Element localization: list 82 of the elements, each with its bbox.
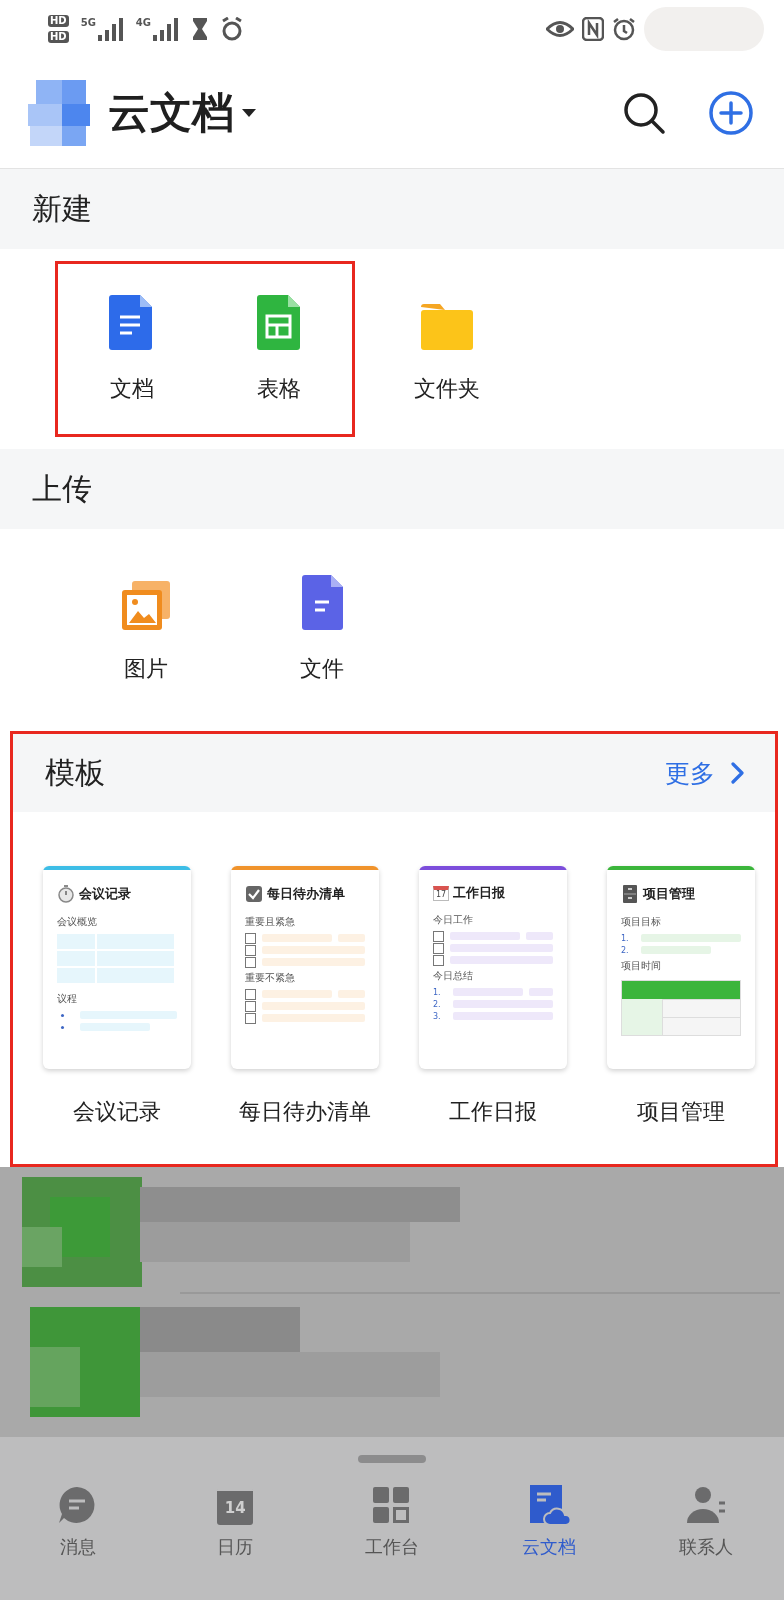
square-icon <box>245 932 256 944</box>
template-name: 工作日报 <box>449 1098 537 1126</box>
template-title: 每日待办清单 <box>267 885 345 903</box>
template-name: 会议记录 <box>73 1098 161 1126</box>
alarm-clock-icon <box>221 17 243 41</box>
template-title: 工作日报 <box>453 884 505 902</box>
section-label: 会议概览 <box>56 915 98 929</box>
drag-handle[interactable] <box>358 1455 426 1463</box>
template-title: 会议记录 <box>79 885 131 903</box>
section-label: 重要且紧急 <box>244 915 296 929</box>
more-link[interactable]: 更多 <box>665 756 745 790</box>
section-label: 项目目标 <box>620 915 662 929</box>
folder-icon <box>421 303 473 350</box>
placeholder-bar <box>338 990 365 998</box>
placeholder-bar <box>641 946 711 954</box>
list-number: 1. <box>621 933 630 943</box>
template-card[interactable]: 17 工作日报 今日工作 今日总结 1. 2. 3. <box>419 866 567 1069</box>
square-icon <box>245 988 256 1000</box>
placeholder-bar <box>262 990 332 998</box>
network-label: 4G <box>135 17 151 28</box>
stopwatch-icon <box>57 884 75 904</box>
nav-tab[interactable]: 消息 <box>0 1477 157 1559</box>
cabinet-icon <box>621 884 639 904</box>
caret-icon <box>242 108 256 118</box>
square-icon <box>245 944 256 956</box>
cloud-document-icon <box>527 1485 570 1527</box>
template-name: 项目管理 <box>637 1098 725 1126</box>
add-icon[interactable] <box>708 90 754 136</box>
template-title: 项目管理 <box>643 885 695 903</box>
chevron-right-icon <box>731 762 745 784</box>
placeholder-bar <box>80 1023 150 1031</box>
square-icon <box>433 954 444 966</box>
square-icon <box>433 942 444 954</box>
create-spreadsheet-button[interactable]: 表格 <box>205 264 352 434</box>
nav-tab[interactable]: 联系人 <box>627 1477 784 1559</box>
section-label: 今日总结 <box>432 969 474 983</box>
list-number: 3. <box>433 1011 442 1021</box>
sim-label: HD <box>48 31 69 43</box>
create-folder-button[interactable]: 文件夹 <box>359 261 535 437</box>
spreadsheet-icon <box>257 295 300 350</box>
hourglass-icon <box>191 17 209 41</box>
section-title: 上传 <box>32 469 92 508</box>
sim-label: HD <box>48 15 69 27</box>
section-label: 今日工作 <box>432 913 474 927</box>
square-icon <box>245 1012 256 1024</box>
tick-icon <box>245 884 263 904</box>
calendar-icon: 17 <box>433 885 449 901</box>
create-image-button[interactable]: 图片 <box>58 541 234 717</box>
create-document-button[interactable]: 文档 <box>58 264 205 434</box>
section-label: 议程 <box>56 992 78 1006</box>
search-icon[interactable] <box>622 91 666 135</box>
signal-icon <box>97 17 124 41</box>
square-icon <box>245 1000 256 1012</box>
placeholder-bar <box>338 934 365 942</box>
list-number: 1. <box>433 987 442 997</box>
document-icon <box>108 295 155 350</box>
list-number: 2. <box>433 999 442 1009</box>
title-dropdown[interactable]: 云文档 <box>108 85 256 141</box>
section-label: 重要不紧急 <box>244 971 296 985</box>
square-icon <box>433 930 444 942</box>
image-icon <box>122 581 170 630</box>
section-label: 项目时间 <box>620 959 662 973</box>
create-file-button[interactable]: 文件 <box>234 541 410 717</box>
template-card[interactable]: 会议记录 会议概览 议程 <box>43 866 191 1069</box>
nav-tab[interactable]: 14 日历 <box>156 1477 314 1559</box>
file-icon <box>301 575 343 630</box>
template-card[interactable]: 每日待办清单 重要且紧急 重要不紧急 <box>231 866 379 1069</box>
template-card[interactable]: 项目管理 项目目标 1. 2. 项目时间 <box>607 866 755 1069</box>
signal-icon <box>153 17 179 41</box>
square-icon <box>245 956 256 968</box>
alarm-clock-icon <box>612 17 636 41</box>
bullet-icon <box>61 1025 64 1029</box>
section-title: 新建 <box>32 189 92 228</box>
nav-tab[interactable]: 工作台 <box>313 1477 471 1559</box>
list-number: 2. <box>621 945 630 955</box>
section-title: 模板 <box>45 753 105 792</box>
placeholder-bar <box>262 934 332 942</box>
eye-icon <box>546 18 574 40</box>
nfc-icon <box>582 17 604 41</box>
network-label: 5G <box>80 17 96 28</box>
template-name: 每日待办清单 <box>239 1098 371 1126</box>
bullet-icon <box>61 1013 64 1017</box>
